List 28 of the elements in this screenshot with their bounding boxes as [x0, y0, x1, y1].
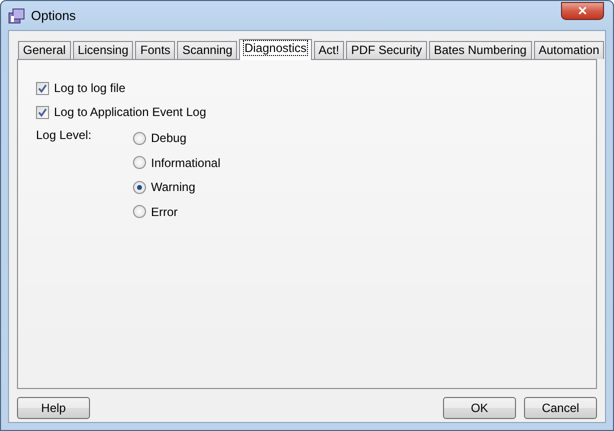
checkbox-label: Log to Application Event Log: [54, 105, 206, 119]
tab[interactable]: PDF Security: [346, 41, 427, 59]
tab[interactable]: Automation: [534, 41, 604, 59]
tab[interactable]: Scanning: [177, 41, 238, 59]
tab[interactable]: Diagnostics: [239, 39, 312, 60]
checkbox[interactable]: [36, 82, 49, 94]
radio-button[interactable]: [133, 180, 146, 194]
radio-label: Error: [151, 204, 178, 219]
tab[interactable]: Bates Numbering: [428, 41, 532, 59]
radio-button[interactable]: [133, 132, 146, 145]
tab[interactable]: General: [18, 41, 71, 59]
window-title: Options: [31, 8, 76, 23]
tab[interactable]: Fonts: [135, 41, 176, 59]
help-button[interactable]: Help: [17, 397, 90, 419]
close-button[interactable]: ✕: [561, 2, 604, 20]
tab[interactable]: Act!: [314, 41, 344, 59]
checkbox[interactable]: [36, 106, 49, 118]
radio-button[interactable]: [133, 156, 146, 170]
ok-button[interactable]: OK: [443, 397, 516, 419]
cancel-button[interactable]: Cancel: [524, 397, 597, 419]
radio-label: Debug: [151, 131, 186, 146]
radio-button[interactable]: [133, 205, 146, 218]
app-icon: [8, 8, 25, 24]
radio-label: Informational: [151, 156, 220, 170]
field-label: Log Level:: [36, 127, 92, 144]
checkbox-label: Log to log file: [54, 81, 126, 95]
radio-label: Warning: [151, 180, 196, 194]
tab[interactable]: Licensing: [72, 41, 134, 59]
